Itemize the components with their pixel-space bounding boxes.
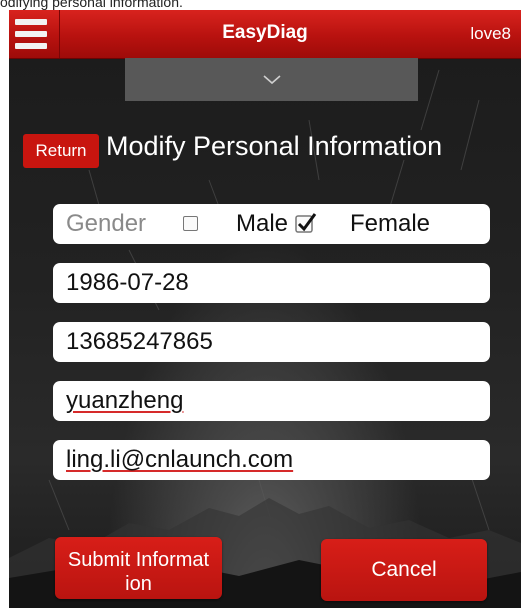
birthday-field[interactable]: 1986-07-28 [53,263,490,303]
submit-label-line2: ion [125,572,152,595]
return-button[interactable]: Return [23,134,99,168]
username-field[interactable]: yuanzheng [53,381,490,421]
phone-field[interactable]: 13685247865 [53,322,490,362]
cancel-button[interactable]: Cancel [321,539,487,601]
female-checkmark-icon[interactable] [295,212,317,234]
top-bar: EasyDiag love8 [9,10,521,59]
gender-label: Gender [66,210,147,237]
app-title: EasyDiag [222,22,308,43]
phone-value: 13685247865 [66,328,213,355]
chevron-down-icon [263,75,281,85]
pulldown-tab[interactable] [125,58,418,101]
username-label: love8 [470,24,511,43]
gender-field: Gender Male Female [53,204,490,244]
submit-information-button[interactable]: Submit Informat ion [55,537,222,599]
birthday-value: 1986-07-28 [66,269,189,296]
email-value: ling.li@cnlaunch.com [66,446,294,473]
app-screen: EasyDiag love8 Return Modify Personal In… [9,10,521,608]
male-checkbox[interactable] [183,216,198,231]
caption-text: odifying personal information. [0,0,183,10]
email-field[interactable]: ling.li@cnlaunch.com [53,440,490,480]
username-value: yuanzheng [66,387,184,414]
female-label[interactable]: Female [350,210,430,238]
male-label[interactable]: Male [236,210,288,238]
page-title: Modify Personal Information [106,131,443,161]
submit-label-line1: Submit Informat [67,548,210,571]
